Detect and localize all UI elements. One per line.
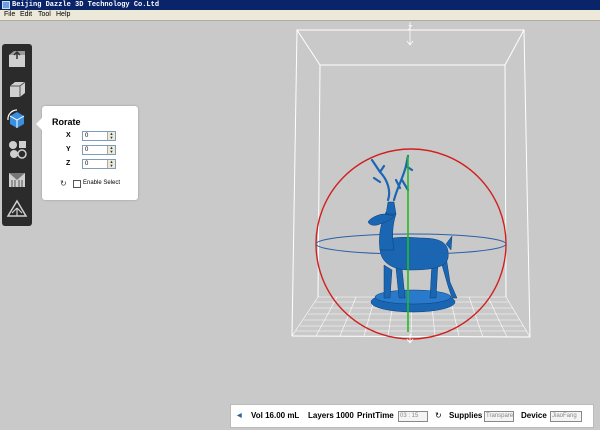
shapes-icon xyxy=(9,141,27,159)
rotate-y-stepper[interactable]: 0 ▲ ▼ xyxy=(82,145,116,155)
axis-label-y: Y xyxy=(66,146,71,153)
z-axis-label: Z xyxy=(408,25,413,32)
spin-arrows-icon[interactable]: ▲ ▼ xyxy=(107,132,115,140)
print-time-label: PrintTime xyxy=(357,411,394,420)
tool-layers[interactable] xyxy=(5,167,29,191)
tool-open-file[interactable] xyxy=(5,47,29,71)
support-icon xyxy=(6,199,28,217)
rotate-x-stepper[interactable]: 0 ▲ ▼ xyxy=(82,131,116,141)
layers-icon xyxy=(9,173,25,187)
panel-pointer xyxy=(36,118,42,130)
enable-select-label: Enable Select xyxy=(83,180,121,186)
device-field[interactable]: JiaoFang xyxy=(550,411,582,422)
panel-title: Rorate xyxy=(52,117,81,127)
rotate-z-stepper[interactable]: 0 ▲ ▼ xyxy=(82,159,116,169)
tool-shapes[interactable] xyxy=(5,137,29,161)
cube-icon xyxy=(10,81,26,97)
status-bar: ◀ Vol 16.00 mL Layers 1000 PrintTime 03 … xyxy=(230,404,594,428)
device-label: Device xyxy=(521,411,547,420)
tool-support[interactable] xyxy=(5,197,29,221)
axis-label-z: Z xyxy=(66,160,71,167)
tool-cube[interactable] xyxy=(5,77,29,101)
tool-sidebar xyxy=(2,44,32,226)
volume-readout: Vol 16.00 mL xyxy=(251,411,300,420)
rotate-x-value: 0 xyxy=(85,133,89,139)
collapse-arrow-icon[interactable]: ◀ xyxy=(237,405,242,427)
layers-readout: Layers 1000 xyxy=(308,411,354,420)
tool-rotate[interactable] xyxy=(5,107,29,131)
rotate-z-value: 0 xyxy=(85,161,89,167)
supplies-field[interactable]: Transparent xyxy=(484,411,514,422)
open-file-icon xyxy=(9,50,25,67)
3d-viewport[interactable]: Z xyxy=(0,0,600,430)
refresh-icon[interactable]: ↻ xyxy=(435,405,442,427)
spin-arrows-icon[interactable]: ▲ ▼ xyxy=(107,160,115,168)
rotate-y-value: 0 xyxy=(85,147,89,153)
spin-arrows-icon[interactable]: ▲ ▼ xyxy=(107,146,115,154)
enable-select-checkbox[interactable] xyxy=(73,180,81,188)
print-time-field: 03 : 15 xyxy=(398,411,428,422)
reset-rotation-icon[interactable]: ↻ xyxy=(60,179,67,188)
supplies-label: Supplies xyxy=(449,411,483,420)
rotate-panel: Rorate X 0 ▲ ▼ Y 0 ▲ ▼ Z 0 ▲ ▼ ↻ Enable Sel… xyxy=(36,106,138,200)
axis-label-x: X xyxy=(66,132,71,139)
rotate-cube-icon xyxy=(7,109,25,128)
